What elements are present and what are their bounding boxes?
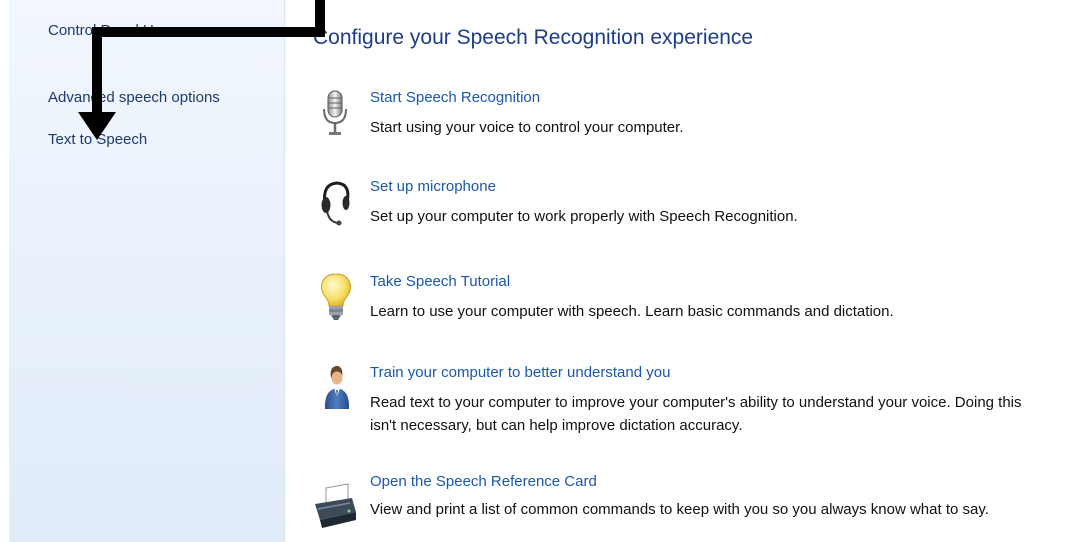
task-start-speech-recognition: Start Speech Recognition Start using you… <box>310 89 1088 159</box>
open-speech-reference-card-description: View and print a list of common commands… <box>370 501 989 518</box>
headset-icon <box>316 178 356 226</box>
sidebar-item-control-panel-home[interactable]: Control Panel Home <box>48 22 183 39</box>
sidebar-item-advanced-speech-options[interactable]: Advanced speech options <box>48 89 220 106</box>
train-description-line-2: isn't necessary, but can help improve di… <box>370 417 743 434</box>
train-your-computer-link[interactable]: Train your computer to better understand… <box>370 364 670 381</box>
take-speech-tutorial-description: Learn to use your computer with speech. … <box>370 303 894 320</box>
sidebar-item-text-to-speech[interactable]: Text to Speech <box>48 131 147 148</box>
train-description-line-1: Read text to your computer to improve yo… <box>370 394 1022 411</box>
start-speech-recognition-description: Start using your voice to control your c… <box>370 119 684 136</box>
printer-icon <box>312 482 356 528</box>
start-speech-recognition-link[interactable]: Start Speech Recognition <box>370 89 540 106</box>
set-up-microphone-link[interactable]: Set up microphone <box>370 178 496 195</box>
train-your-computer-description: Read text to your computer to improve yo… <box>370 391 1022 437</box>
user-icon <box>316 364 356 409</box>
task-open-speech-reference-card: Open the Speech Reference Card View and … <box>310 473 1088 542</box>
take-speech-tutorial-link[interactable]: Take Speech Tutorial <box>370 273 510 290</box>
lightbulb-icon <box>316 273 356 320</box>
sidebar: Control Panel Home Advanced speech optio… <box>9 0 285 542</box>
control-panel-window: Control Panel Home Advanced speech optio… <box>0 0 1088 542</box>
task-set-up-microphone: Set up microphone Set up your computer t… <box>310 178 1088 248</box>
set-up-microphone-description: Set up your computer to work properly wi… <box>370 208 798 225</box>
page-title: Configure your Speech Recognition experi… <box>313 26 754 49</box>
open-speech-reference-card-link[interactable]: Open the Speech Reference Card <box>370 473 597 490</box>
task-train-your-computer: Train your computer to better understand… <box>310 364 1088 434</box>
microphone-icon <box>316 89 356 135</box>
task-take-speech-tutorial: Take Speech Tutorial Learn to use your c… <box>310 273 1088 343</box>
